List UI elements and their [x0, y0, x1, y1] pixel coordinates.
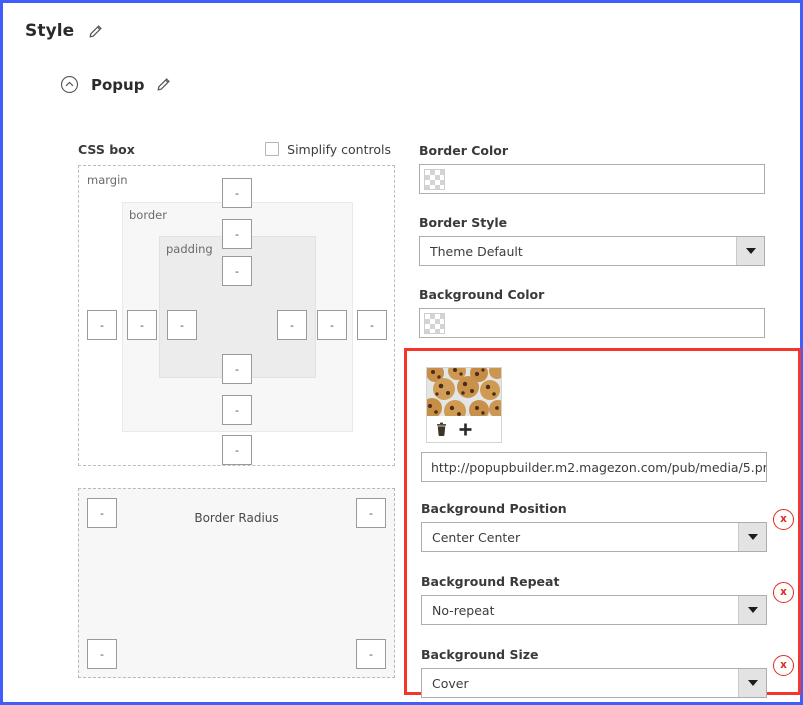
background-image-highlight-region: http://popupbuilder.m2.magezon.com/pub/m… — [404, 348, 801, 698]
chevron-down-icon[interactable] — [736, 237, 764, 265]
pencil-icon[interactable] — [156, 77, 171, 92]
background-image-thumbnail-card — [426, 367, 502, 443]
chocolate-chip-cookies-thumbnail[interactable] — [427, 368, 501, 416]
border-color-label: Border Color — [419, 143, 509, 158]
chevron-down-icon[interactable] — [738, 596, 766, 624]
padding-bottom-input[interactable]: - — [222, 354, 252, 384]
margin-left-input[interactable]: - — [87, 310, 117, 340]
section-title: Popup — [91, 75, 145, 94]
background-position-value: Center Center — [432, 529, 521, 545]
padding-zone-label: padding — [166, 242, 213, 256]
border-zone-label: border — [129, 208, 167, 222]
chevron-down-icon[interactable] — [738, 669, 766, 697]
css-box-header: CSS box Simplify controls — [78, 139, 395, 159]
border-style-select[interactable]: Theme Default — [419, 236, 765, 266]
background-repeat-label: Background Repeat — [421, 574, 560, 589]
background-image-url-value: http://popupbuilder.m2.magezon.com/pub/m… — [431, 459, 766, 475]
border-radius-top-left-input[interactable]: - — [87, 498, 117, 528]
pencil-icon[interactable] — [88, 24, 103, 39]
transparent-swatch-icon[interactable] — [424, 168, 445, 190]
border-style-value: Theme Default — [430, 243, 523, 259]
margin-bottom-input[interactable]: - — [222, 435, 252, 465]
thumbnail-action-bar — [427, 416, 501, 442]
simplify-controls-label: Simplify controls — [287, 141, 391, 157]
css-box-label: CSS box — [78, 141, 135, 157]
page-title-row: Style — [25, 21, 103, 41]
padding-left-input[interactable]: - — [167, 310, 197, 340]
background-image-url-input[interactable]: http://popupbuilder.m2.magezon.com/pub/m… — [421, 452, 767, 482]
border-radius-box: Border Radius - - - - — [78, 488, 395, 678]
background-position-select[interactable]: Center Center — [421, 522, 767, 552]
border-color-input[interactable] — [419, 164, 765, 194]
margin-top-input[interactable]: - — [222, 178, 252, 208]
page-title: Style — [25, 21, 75, 41]
clear-background-position-button[interactable]: x — [773, 509, 794, 530]
chevron-down-icon[interactable] — [738, 523, 766, 551]
border-radius-bottom-right-input[interactable]: - — [356, 639, 386, 669]
clear-background-repeat-button[interactable]: x — [773, 582, 794, 603]
style-panel-window: Style Popup CSS box Simplify controls ma… — [0, 0, 803, 705]
plus-icon[interactable] — [458, 422, 473, 437]
section-header-popup[interactable]: Popup — [60, 75, 171, 94]
padding-right-input[interactable]: - — [277, 310, 307, 340]
border-radius-label: Border Radius — [194, 511, 279, 525]
clear-background-size-button[interactable]: x — [773, 655, 794, 676]
border-right-input[interactable]: - — [317, 310, 347, 340]
border-top-input[interactable]: - — [222, 219, 252, 249]
simplify-controls-checkbox[interactable] — [265, 142, 280, 156]
background-repeat-value: No-repeat — [432, 602, 495, 618]
background-size-value: Cover — [432, 675, 469, 691]
style-fields-column: Border Color Border Style Theme Default … — [419, 143, 765, 338]
margin-right-input[interactable]: - — [357, 310, 387, 340]
css-box-model: margin border padding - - - - - - - - - … — [78, 165, 395, 466]
background-repeat-select[interactable]: No-repeat — [421, 595, 767, 625]
border-style-label: Border Style — [419, 215, 508, 230]
border-left-input[interactable]: - — [127, 310, 157, 340]
background-position-label: Background Position — [421, 501, 567, 516]
background-color-label: Background Color — [419, 287, 545, 302]
simplify-controls-toggle[interactable]: Simplify controls — [265, 142, 391, 157]
transparent-swatch-icon[interactable] — [424, 312, 445, 334]
background-color-input[interactable] — [419, 308, 765, 338]
css-box-column: CSS box Simplify controls margin border … — [78, 139, 395, 678]
margin-zone-label: margin — [87, 173, 128, 187]
border-radius-top-right-input[interactable]: - — [356, 498, 386, 528]
background-size-select[interactable]: Cover — [421, 668, 767, 698]
padding-top-input[interactable]: - — [222, 256, 252, 286]
background-options-group: Background Position Center Center x Back… — [421, 501, 794, 698]
chevron-up-circle-icon[interactable] — [60, 75, 79, 94]
border-radius-bottom-left-input[interactable]: - — [87, 639, 117, 669]
background-size-label: Background Size — [421, 647, 539, 662]
border-bottom-input[interactable]: - — [222, 395, 252, 425]
trash-icon[interactable] — [434, 422, 449, 437]
